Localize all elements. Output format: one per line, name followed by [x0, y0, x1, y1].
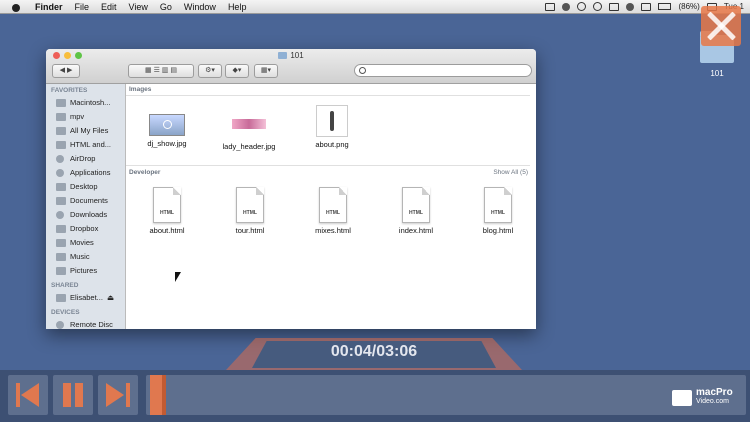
desktop-icon [56, 183, 66, 191]
divider [126, 165, 530, 166]
pause-button[interactable] [53, 375, 93, 415]
dropbox-toolbar-button[interactable]: ◆▾ [225, 64, 249, 78]
sidebar-item-all-my-files[interactable]: All My Files [46, 124, 125, 138]
html-document-icon: HTML [319, 187, 347, 223]
home-icon [56, 113, 66, 121]
file-mixes-html[interactable]: HTML mixes.html [298, 187, 368, 235]
view-mode-buttons[interactable]: ▦ ☰ ▥ ▤ [128, 64, 194, 78]
window-title: 101 [46, 51, 536, 60]
time-machine-icon[interactable] [593, 2, 603, 11]
folder-icon [278, 52, 288, 59]
menu-view[interactable]: View [123, 2, 154, 12]
apple-icon[interactable] [11, 2, 21, 12]
brand-logo: macPro Video.com [696, 387, 733, 406]
folder-icon [56, 141, 66, 149]
menu-window[interactable]: Window [178, 2, 222, 12]
html-document-icon: HTML [402, 187, 430, 223]
file-index-html[interactable]: HTML index.html [381, 187, 451, 235]
battery-icon[interactable] [658, 3, 672, 10]
all-files-icon [56, 127, 66, 135]
previous-button[interactable] [8, 375, 48, 415]
show-all-link[interactable]: Show All (5) [493, 169, 528, 176]
eject-icon[interactable]: ⏏ [107, 291, 114, 305]
action-gear-button[interactable]: ⚙▾ [198, 64, 222, 78]
file-lady-header[interactable]: lady_header.jpg [214, 109, 284, 151]
sidebar-item-airdrop[interactable]: AirDrop [46, 152, 125, 166]
html-document-icon: HTML [236, 187, 264, 223]
sync-icon[interactable] [577, 2, 587, 11]
file-about-html[interactable]: HTML about.html [132, 187, 202, 235]
sidebar-item-macintosh[interactable]: Macintosh... [46, 96, 125, 110]
menu-help[interactable]: Help [222, 2, 253, 12]
menu-bar: Finder File Edit View Go Window Help (86… [0, 0, 750, 14]
file-about-png[interactable]: about.png [297, 105, 367, 149]
next-button[interactable] [98, 375, 138, 415]
images-section-header: Images [129, 86, 152, 93]
movies-icon [56, 239, 66, 247]
file-dj-show[interactable]: dj_show.jpg [132, 109, 202, 148]
menu-finder[interactable]: Finder [29, 2, 69, 12]
applications-icon [56, 169, 64, 177]
sidebar-item-shared[interactable]: Elisabet... ⏏ [46, 291, 125, 305]
sidebar-item-music[interactable]: Music [46, 250, 125, 264]
sidebar-item-downloads[interactable]: Downloads [46, 208, 125, 222]
file-blog-html[interactable]: HTML blog.html [463, 187, 533, 235]
html-document-icon: HTML [153, 187, 181, 223]
search-icon [359, 67, 366, 74]
close-video-icon[interactable] [701, 6, 741, 46]
menu-edit[interactable]: Edit [95, 2, 123, 12]
screen-record-icon[interactable] [545, 2, 556, 11]
bluetooth-icon[interactable] [609, 2, 620, 11]
sidebar: FAVORITES Macintosh... mpv All My Files … [46, 84, 126, 329]
sidebar-item-pictures[interactable]: Pictures [46, 264, 125, 278]
sidebar-item-remote-disc[interactable]: Remote Disc [46, 318, 125, 329]
arrange-button[interactable]: ▦▾ [254, 64, 278, 78]
title-bar[interactable]: 101 ◀ ▶ ▦ ☰ ▥ ▤ ⚙▾ ◆▾ ▦▾ [46, 49, 536, 84]
menu-file[interactable]: File [69, 2, 96, 12]
wifi-icon[interactable] [626, 2, 635, 11]
developer-section-header: Developer [129, 169, 161, 176]
image-thumbnail-icon [316, 105, 348, 137]
sidebar-item-mpv[interactable]: mpv [46, 110, 125, 124]
shared-header: SHARED [51, 282, 79, 289]
hard-drive-icon [56, 99, 66, 107]
dropbox-icon [56, 225, 66, 233]
sidebar-item-html[interactable]: HTML and... [46, 138, 125, 152]
music-icon [56, 253, 66, 261]
playback-time: 00:04/03:06 [330, 343, 418, 360]
divider [126, 95, 530, 96]
computer-icon [56, 294, 66, 302]
battery-percent: (86%) [678, 2, 700, 11]
progress-handle[interactable] [162, 375, 166, 415]
file-tour-html[interactable]: HTML tour.html [215, 187, 285, 235]
volume-icon[interactable] [641, 2, 652, 11]
search-input[interactable] [354, 64, 532, 77]
dropbox-icon[interactable] [562, 2, 571, 11]
macprovideo-logo-icon [672, 390, 692, 406]
airdrop-icon [56, 155, 64, 163]
desktop-folder-label: 101 [710, 69, 724, 78]
devices-header: DEVICES [51, 309, 80, 316]
sidebar-item-desktop[interactable]: Desktop [46, 180, 125, 194]
sidebar-item-dropbox[interactable]: Dropbox [46, 222, 125, 236]
disc-icon [56, 321, 64, 329]
favorites-header: FAVORITES [51, 87, 88, 94]
pictures-icon [56, 267, 66, 275]
documents-icon [56, 197, 66, 205]
back-forward-button[interactable]: ◀ ▶ [52, 64, 80, 78]
file-content-area: Images dj_show.jpg lady_header.jpg about… [126, 84, 536, 329]
finder-window: 101 ◀ ▶ ▦ ☰ ▥ ▤ ⚙▾ ◆▾ ▦▾ FAVORITES Macin… [46, 49, 536, 329]
sidebar-item-applications[interactable]: Applications [46, 166, 125, 180]
menu-go[interactable]: Go [154, 2, 178, 12]
downloads-icon [56, 211, 64, 219]
video-thumbnail-icon [149, 114, 185, 136]
sidebar-item-movies[interactable]: Movies [46, 236, 125, 250]
progress-track[interactable] [146, 375, 746, 415]
sidebar-item-documents[interactable]: Documents [46, 194, 125, 208]
image-thumbnail-icon [232, 119, 266, 129]
html-document-icon: HTML [484, 187, 512, 223]
progress-fill [150, 375, 162, 415]
